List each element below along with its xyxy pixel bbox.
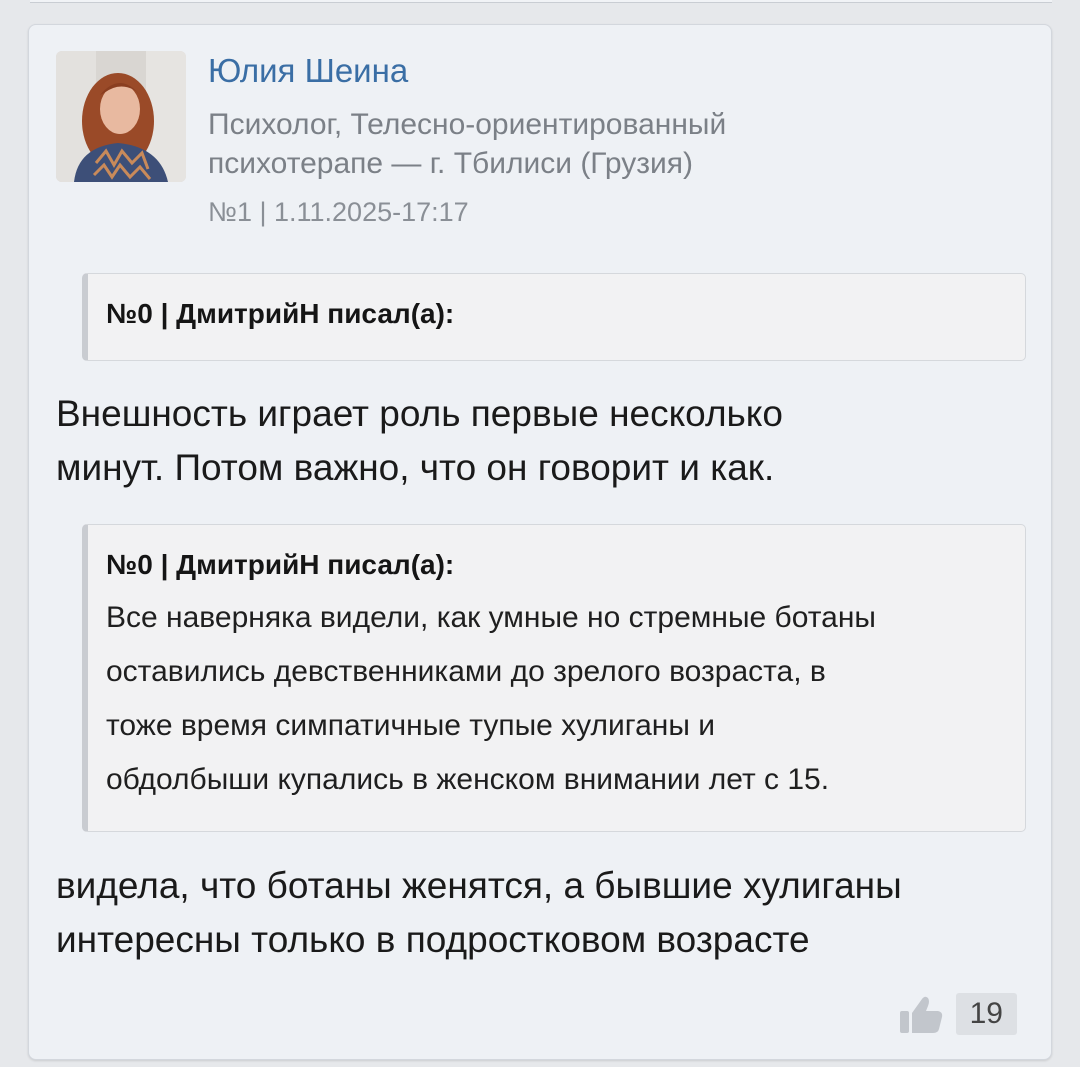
avatar[interactable]	[56, 51, 186, 182]
post-message-line: минут. Потом важно, что он говорит и как…	[56, 447, 775, 488]
post-message: видела, что ботаны женятся, а бывшие хул…	[56, 859, 1036, 967]
quote-line: Все наверняка видели, как умные но стрем…	[106, 601, 876, 634]
forum-post-card: Юлия Шеина Психолог, Телесно-ориентирова…	[28, 24, 1052, 1060]
quote-block: №0 | ДмитрийН писал(а):	[82, 273, 1026, 361]
author-role-line: психотерапе — г. Тбилиси (Грузия)	[208, 147, 693, 180]
quote-header: №0 | ДмитрийН писал(а):	[106, 549, 455, 580]
quote-line: тоже время симпатичные тупые хулиганы и	[106, 709, 715, 742]
post-message-line: Внешность играет роль первые несколько	[56, 393, 783, 434]
quote-block: №0 | ДмитрийН писал(а): Все наверняка ви…	[82, 524, 1026, 832]
author-name-link[interactable]: Юлия Шеина	[208, 51, 408, 91]
quote-header: №0 | ДмитрийН писал(а):	[106, 298, 455, 329]
post-message-line: видела, что ботаны женятся, а бывшие хул…	[56, 865, 902, 906]
quote-line: обдолбыши купались в женском внимании ле…	[106, 763, 830, 796]
quote-text: Все наверняка видели, как умные но стрем…	[106, 591, 1005, 807]
post-meta[interactable]: №1 | 1.11.2025-17:17	[208, 195, 469, 229]
thumbs-up-icon[interactable]	[898, 993, 944, 1035]
post-message-line: интересны только в подростковом возрасте	[56, 919, 810, 960]
author-role: Психолог, Телесно-ориентированный психот…	[208, 105, 888, 183]
post-message: Внешность играет роль первые несколько м…	[56, 387, 1036, 495]
like-count: 19	[955, 993, 1017, 1035]
previous-post-edge	[30, 0, 1052, 3]
like-control[interactable]: 19	[898, 993, 1017, 1035]
author-role-line: Психолог, Телесно-ориентированный	[208, 108, 727, 141]
quote-line: оставились девственниками до зрелого воз…	[106, 655, 826, 688]
